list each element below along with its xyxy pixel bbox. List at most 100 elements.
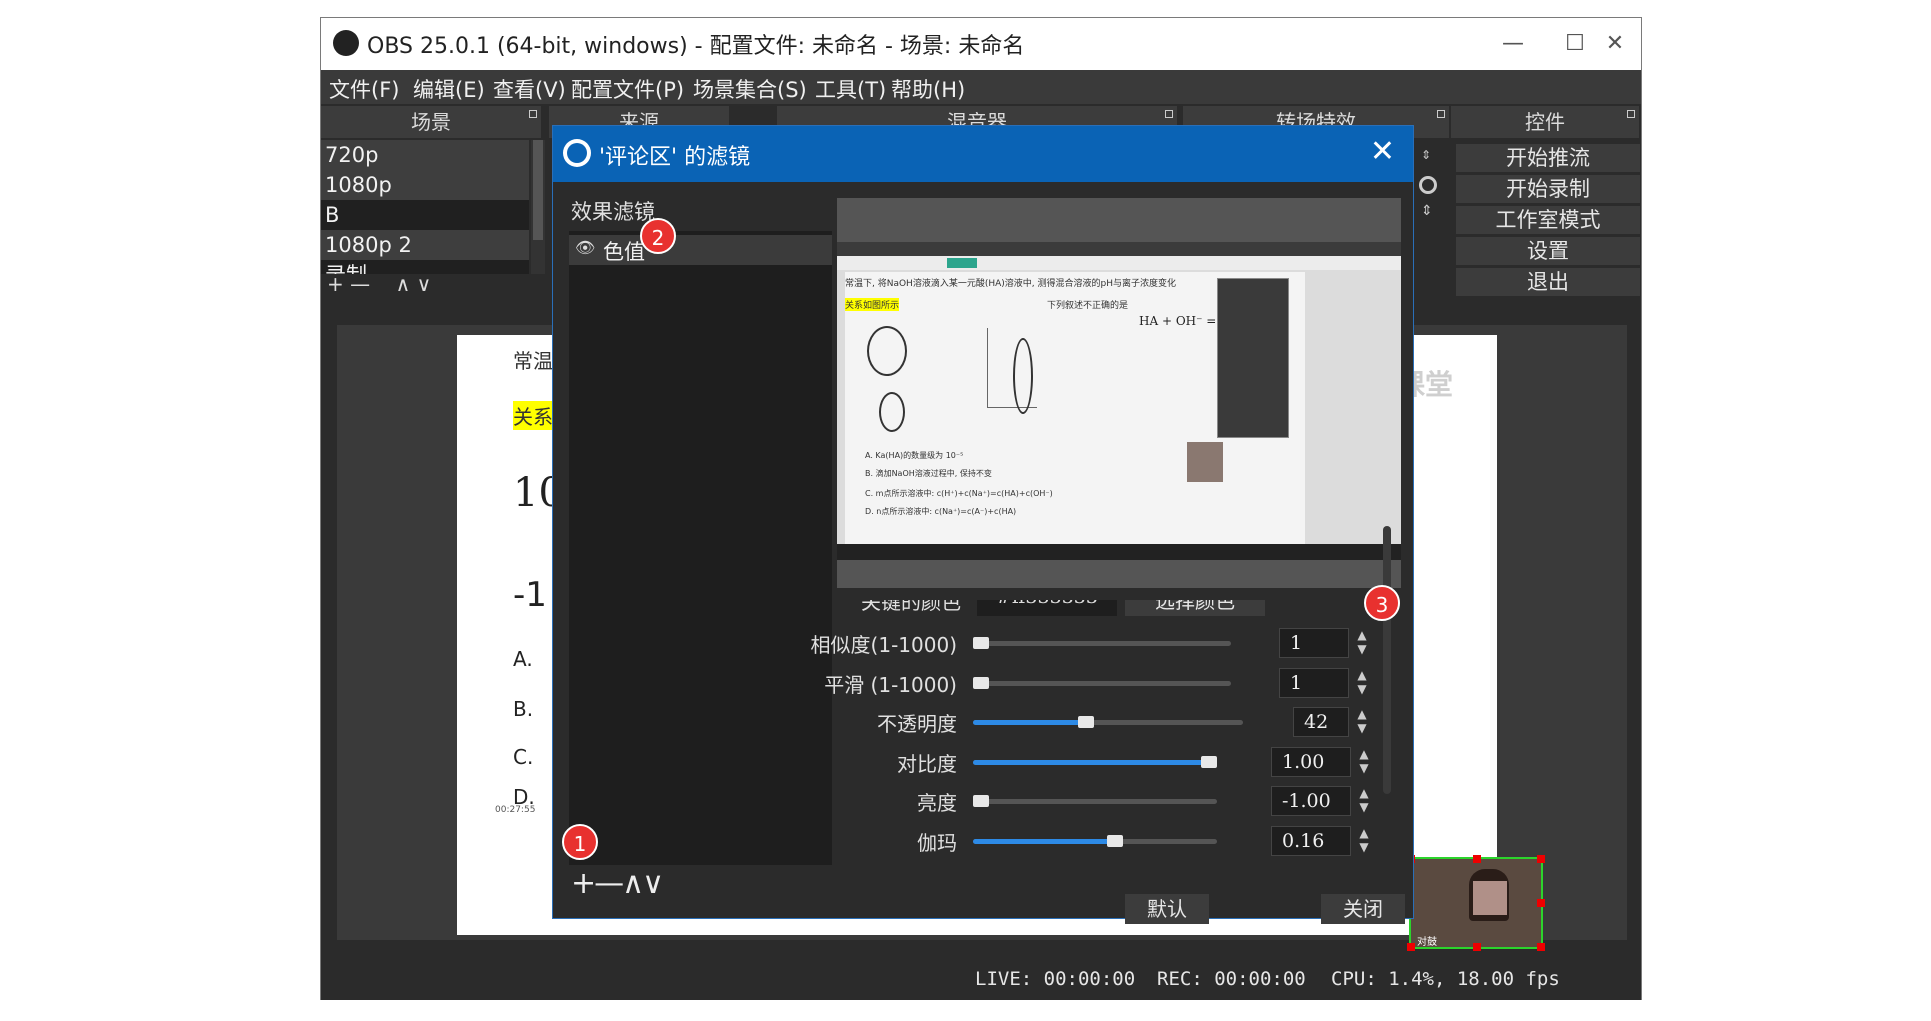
spin-arrows-icon[interactable]: ▲ ▼	[1355, 747, 1373, 777]
preview-drawing	[867, 326, 907, 376]
window-title: OBS 25.0.1 (64-bit, windows) - 配置文件: 未命名…	[367, 34, 1025, 59]
close-button[interactable]: ✕	[1595, 26, 1635, 62]
property-row: 相似度(1-1000) 1 ▲ ▼	[793, 626, 1393, 660]
menu-help[interactable]: 帮助(H)	[891, 74, 965, 104]
menu-tools[interactable]: 工具(T)	[815, 74, 886, 104]
property-row: 不透明度 42 ▲ ▼	[793, 705, 1393, 739]
scene-scrollbar[interactable]	[531, 140, 545, 274]
exit-button[interactable]: 退出	[1456, 268, 1640, 296]
option-label: B.	[513, 697, 534, 721]
spin-arrows-icon[interactable]: ▲ ▼	[1353, 628, 1371, 658]
title-bar: OBS 25.0.1 (64-bit, windows) - 配置文件: 未命名…	[321, 18, 1641, 70]
slider-handle[interactable]	[1078, 716, 1095, 728]
cpu-fps: CPU: 1.4%, 18.00 fps	[1331, 968, 1560, 990]
doc-handwriting: -1	[513, 575, 547, 615]
property-value-input[interactable]: 1	[1279, 667, 1349, 698]
properties-scrollbar[interactable]	[1383, 526, 1391, 794]
scene-list[interactable]: 720p 1080p B 1080p 2 录制	[321, 140, 529, 274]
obs-logo-icon	[333, 30, 359, 56]
filter-name: 色值	[603, 240, 645, 264]
spin-arrows-icon[interactable]: ▲ ▼	[1355, 786, 1373, 816]
scene-item[interactable]: 720p	[321, 140, 529, 170]
property-row: 平滑 (1-1000) 1 ▲ ▼	[793, 666, 1393, 700]
property-slider[interactable]	[973, 637, 1231, 649]
move-scene-up-button[interactable]: ∧	[396, 272, 411, 296]
property-value-input[interactable]: -1.00	[1271, 786, 1351, 816]
default-button[interactable]: 默认	[1125, 894, 1209, 924]
remove-scene-button[interactable]: —	[350, 272, 370, 296]
spin-arrows-icon[interactable]: ▲ ▼	[1355, 826, 1373, 856]
scene-item[interactable]: 1080p	[321, 170, 529, 200]
doc-highlight: 关系	[513, 401, 553, 430]
spin-arrows-icon[interactable]: ▲ ▼	[1353, 668, 1371, 698]
properties-panel: 相似度(1-1000) 1 ▲ ▼ 平滑 (1-1000) 1 ▲ ▼ 不透明度 42 ▲ ▼ 对比度 1…	[793, 626, 1393, 866]
property-label: 伽玛	[917, 830, 957, 855]
property-value-input[interactable]: 42	[1293, 707, 1349, 737]
property-slider[interactable]	[973, 716, 1243, 728]
property-slider[interactable]	[973, 676, 1231, 689]
webcam-label: 对鼓	[1417, 937, 1437, 948]
dock-header-scenes: 场景	[321, 106, 541, 138]
menu-profile[interactable]: 配置文件(P)	[571, 74, 684, 104]
webcam-source[interactable]: 对鼓	[1407, 855, 1545, 951]
preview-drawing	[879, 392, 905, 432]
live-timer: LIVE: 00:00:00	[975, 968, 1136, 990]
gear-icon[interactable]	[1419, 176, 1437, 194]
property-label: 不透明度	[877, 712, 957, 736]
add-scene-button[interactable]: +	[327, 272, 344, 296]
preview-highlight: 关系如图所示	[845, 298, 900, 311]
menu-edit[interactable]: 编辑(E)	[413, 74, 485, 104]
property-slider[interactable]	[973, 795, 1217, 807]
property-value-input[interactable]: 1	[1279, 628, 1349, 658]
maximize-button[interactable]: ☐	[1555, 26, 1595, 62]
property-slider[interactable]	[973, 755, 1217, 768]
preview-chat-panel	[1217, 278, 1289, 438]
move-filter-up-button[interactable]: ∧	[622, 866, 644, 901]
slider-fill	[973, 838, 1115, 844]
slider-handle[interactable]	[973, 637, 989, 649]
scene-item[interactable]: B	[321, 200, 529, 230]
property-slider[interactable]	[973, 834, 1217, 847]
property-label: 亮度	[917, 791, 957, 815]
slider-handle[interactable]	[973, 676, 989, 689]
preview-question: 常温下, 将NaOH溶液滴入某一元酸(HA)溶液中, 测得混合溶液的pH与离子浓…	[845, 279, 1176, 289]
property-label: 平滑 (1-1000)	[824, 672, 957, 697]
start-recording-button[interactable]: 开始录制	[1456, 175, 1640, 203]
blurred-face	[1473, 881, 1507, 915]
eye-icon[interactable]: 👁	[575, 238, 595, 257]
preview-screenshot: 常温下, 将NaOH溶液滴入某一元酸(HA)溶液中, 测得混合溶液的pH与离子浓…	[837, 242, 1401, 560]
spin-arrows-icon[interactable]: ▲ ▼	[1353, 707, 1371, 737]
menu-file[interactable]: 文件(F)	[329, 74, 399, 104]
slider-fill	[973, 759, 1217, 765]
status-bar: LIVE: 00:00:00 REC: 00:00:00 CPU: 1.4%, …	[321, 964, 1641, 1000]
property-value-input[interactable]: 1.00	[1271, 746, 1351, 777]
add-filter-button[interactable]: +	[571, 866, 596, 901]
settings-button[interactable]: 设置	[1456, 237, 1640, 265]
property-value-input[interactable]: 0.16	[1271, 825, 1351, 856]
property-row: 伽玛 0.16 ▲ ▼	[793, 824, 1393, 858]
remove-filter-button[interactable]: —	[594, 866, 624, 901]
move-filter-down-button[interactable]: ∨	[642, 866, 664, 901]
menu-view[interactable]: 查看(V)	[493, 74, 566, 104]
move-scene-down-button[interactable]: ∨	[417, 272, 432, 296]
transition-spin-icon[interactable]: ⇕	[1421, 148, 1435, 168]
start-streaming-button[interactable]: 开始推流	[1456, 144, 1640, 172]
duration-spin-icon[interactable]: ⇕	[1421, 203, 1433, 219]
doc-text: 常温	[513, 349, 553, 373]
filter-preview: 常温下, 将NaOH溶液滴入某一元酸(HA)溶液中, 测得混合溶液的pH与离子浓…	[837, 198, 1401, 588]
filter-item[interactable]: 👁 色值	[569, 235, 832, 265]
slider-handle[interactable]	[973, 795, 989, 807]
scene-item[interactable]: 1080p 2	[321, 230, 529, 260]
menu-scene-collection[interactable]: 场景集合(S)	[693, 74, 807, 104]
minimize-button[interactable]: —	[1493, 26, 1533, 62]
timestamp: 00:27:55	[495, 805, 536, 815]
studio-mode-button[interactable]: 工作室模式	[1456, 206, 1640, 234]
preview-webcam	[1187, 442, 1223, 482]
preview-option: C. m点所示溶液中: c(H⁺)+c(Na⁺)=c(HA)+c(OH⁻)	[865, 489, 1053, 498]
annotation-badge-2: 2	[640, 218, 676, 254]
slider-handle[interactable]	[1106, 834, 1123, 847]
dialog-close-icon[interactable]: ✕	[1370, 134, 1395, 169]
select-color-button[interactable]: 选择颜色	[1125, 600, 1265, 616]
slider-handle[interactable]	[1201, 755, 1217, 768]
dialog-close-button[interactable]: 关闭	[1321, 894, 1405, 924]
